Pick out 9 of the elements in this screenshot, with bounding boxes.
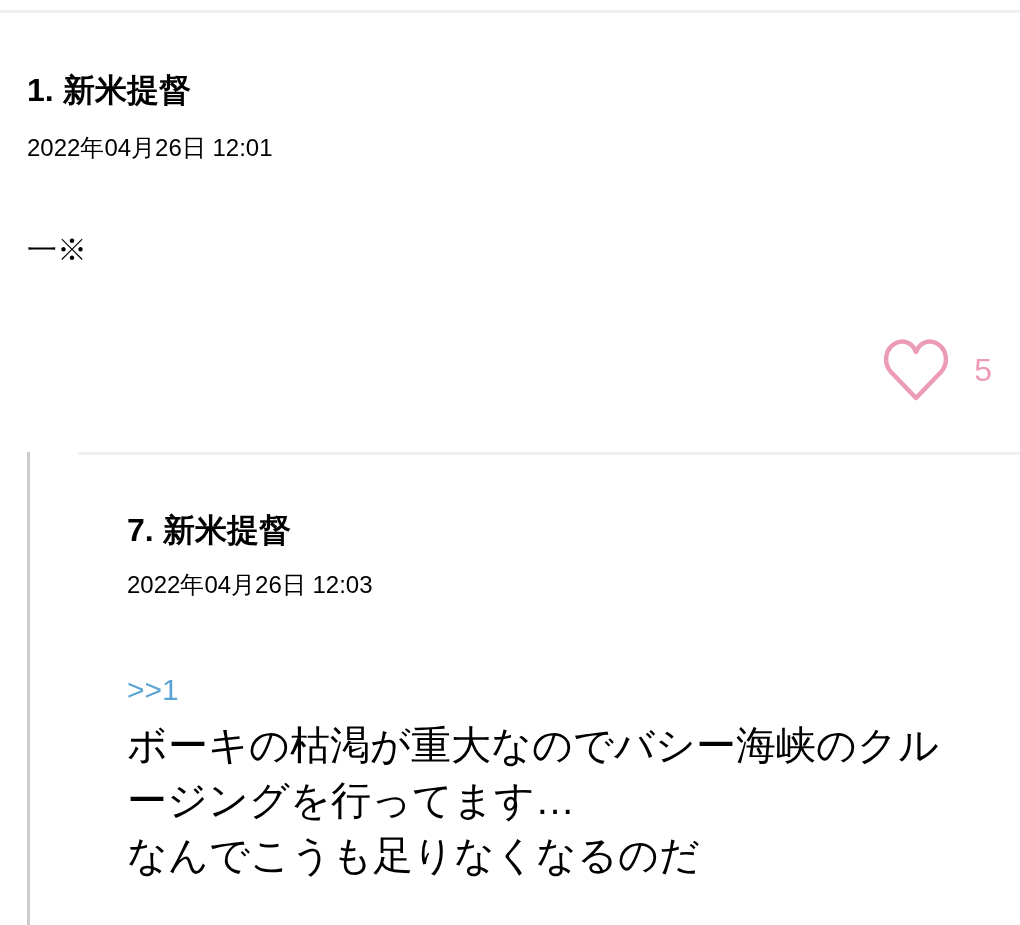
heart-icon[interactable] (883, 338, 950, 402)
reply-body: ボーキの枯渇が重大なのでバシー海峡のクルージングを行ってます… なんでこうも足りなくなるのだ (127, 722, 940, 879)
reply-anchor-link[interactable]: >>1 (127, 670, 179, 710)
post-body: 一※ (27, 232, 87, 268)
post-date: 2022年04月26日 12:01 (27, 133, 273, 163)
like-count: 5 (974, 351, 992, 390)
reply-date: 2022年04月26日 12:03 (127, 570, 373, 600)
post-title: 1. 新米提督 (27, 71, 191, 110)
reply-title: 7. 新米提督 (127, 511, 291, 550)
